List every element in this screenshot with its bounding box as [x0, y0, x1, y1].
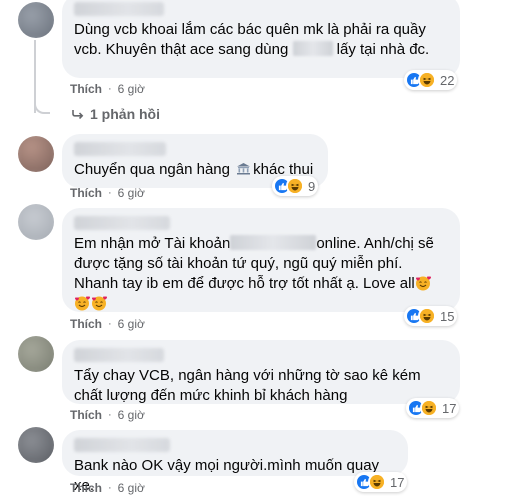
reply-thread-elbow [34, 100, 50, 114]
comment-timestamp[interactable]: 6 giờ [118, 186, 145, 200]
comment-timestamp[interactable]: 6 giờ [118, 317, 145, 331]
comment-author-redacted[interactable] [74, 142, 166, 156]
redacted-text [230, 235, 317, 250]
haha-reaction-icon [286, 177, 304, 195]
reaction-summary[interactable]: 22 [404, 70, 458, 90]
smiling-hearts-emoji-icon [91, 295, 108, 311]
comment-timestamp[interactable]: 6 giờ [118, 82, 145, 96]
avatar[interactable] [18, 427, 54, 463]
comment-author-redacted[interactable] [74, 216, 170, 230]
reaction-count: 22 [440, 72, 455, 88]
reaction-summary[interactable]: 17 [406, 398, 460, 418]
like-button[interactable]: Thích [70, 317, 102, 331]
redacted-text [292, 41, 333, 56]
comment-text: Dùng vcb khoai lắm các bác quên mk là ph… [74, 21, 431, 58]
haha-reaction-icon [418, 71, 436, 89]
smiling-hearts-emoji-icon [74, 295, 91, 311]
avatar[interactable] [18, 2, 54, 38]
comment-text: Tẩy chay VCB, ngân hàng với những tờ sao… [74, 367, 425, 404]
comment-actions: Thích · 6 giờ [70, 82, 145, 96]
like-button[interactable]: Thích [70, 481, 102, 495]
bank-emoji-icon [236, 161, 251, 175]
reaction-count: 17 [390, 474, 405, 490]
comment-timestamp[interactable]: 6 giờ [118, 408, 145, 422]
comment-bubble: Dùng vcb khoai lắm các bác quên mk là ph… [62, 0, 460, 78]
haha-reaction-icon [418, 307, 436, 325]
comment-actions: Thích · 6 giờ [70, 481, 145, 495]
comment-bubble: Bank nào OK vậy mọi người.mình muốn quay… [62, 430, 408, 494]
comment-bubble: Tẩy chay VCB, ngân hàng với những tờ sao… [62, 340, 460, 404]
reaction-count: 17 [442, 400, 457, 416]
comment-author-redacted[interactable] [74, 438, 170, 452]
avatar[interactable] [18, 136, 54, 172]
like-button[interactable]: Thích [70, 408, 102, 422]
haha-reaction-icon [420, 399, 438, 417]
avatar[interactable] [18, 204, 54, 240]
smiling-hearts-emoji-icon [415, 275, 432, 291]
haha-reaction-icon [368, 473, 386, 491]
like-button[interactable]: Thích [70, 82, 102, 96]
reaction-summary[interactable]: 9 [272, 176, 319, 196]
view-replies-button[interactable]: 1 phản hồi [72, 106, 160, 122]
reply-arrow-icon [72, 106, 84, 122]
comment-actions: Thích · 6 giờ [70, 186, 145, 200]
like-button[interactable]: Thích [70, 186, 102, 200]
reaction-summary[interactable]: 17 [354, 472, 408, 492]
reaction-count: 15 [440, 308, 455, 324]
comment-author-redacted[interactable] [74, 2, 164, 16]
replies-label: 1 phản hồi [90, 106, 160, 122]
comment-actions: Thích · 6 giờ [70, 408, 145, 422]
comment-text: Em nhận mở Tài khoản online. Anh/chị sẽ đ… [74, 234, 448, 314]
comment-actions: Thích · 6 giờ [70, 317, 145, 331]
reaction-summary[interactable]: 15 [404, 306, 458, 326]
reaction-count: 9 [308, 178, 316, 194]
comment-bubble: Em nhận mở Tài khoản online. Anh/chị sẽ đ… [62, 208, 460, 312]
avatar[interactable] [18, 336, 54, 372]
comment-author-redacted[interactable] [74, 348, 164, 362]
comment-timestamp[interactable]: 6 giờ [118, 481, 145, 495]
